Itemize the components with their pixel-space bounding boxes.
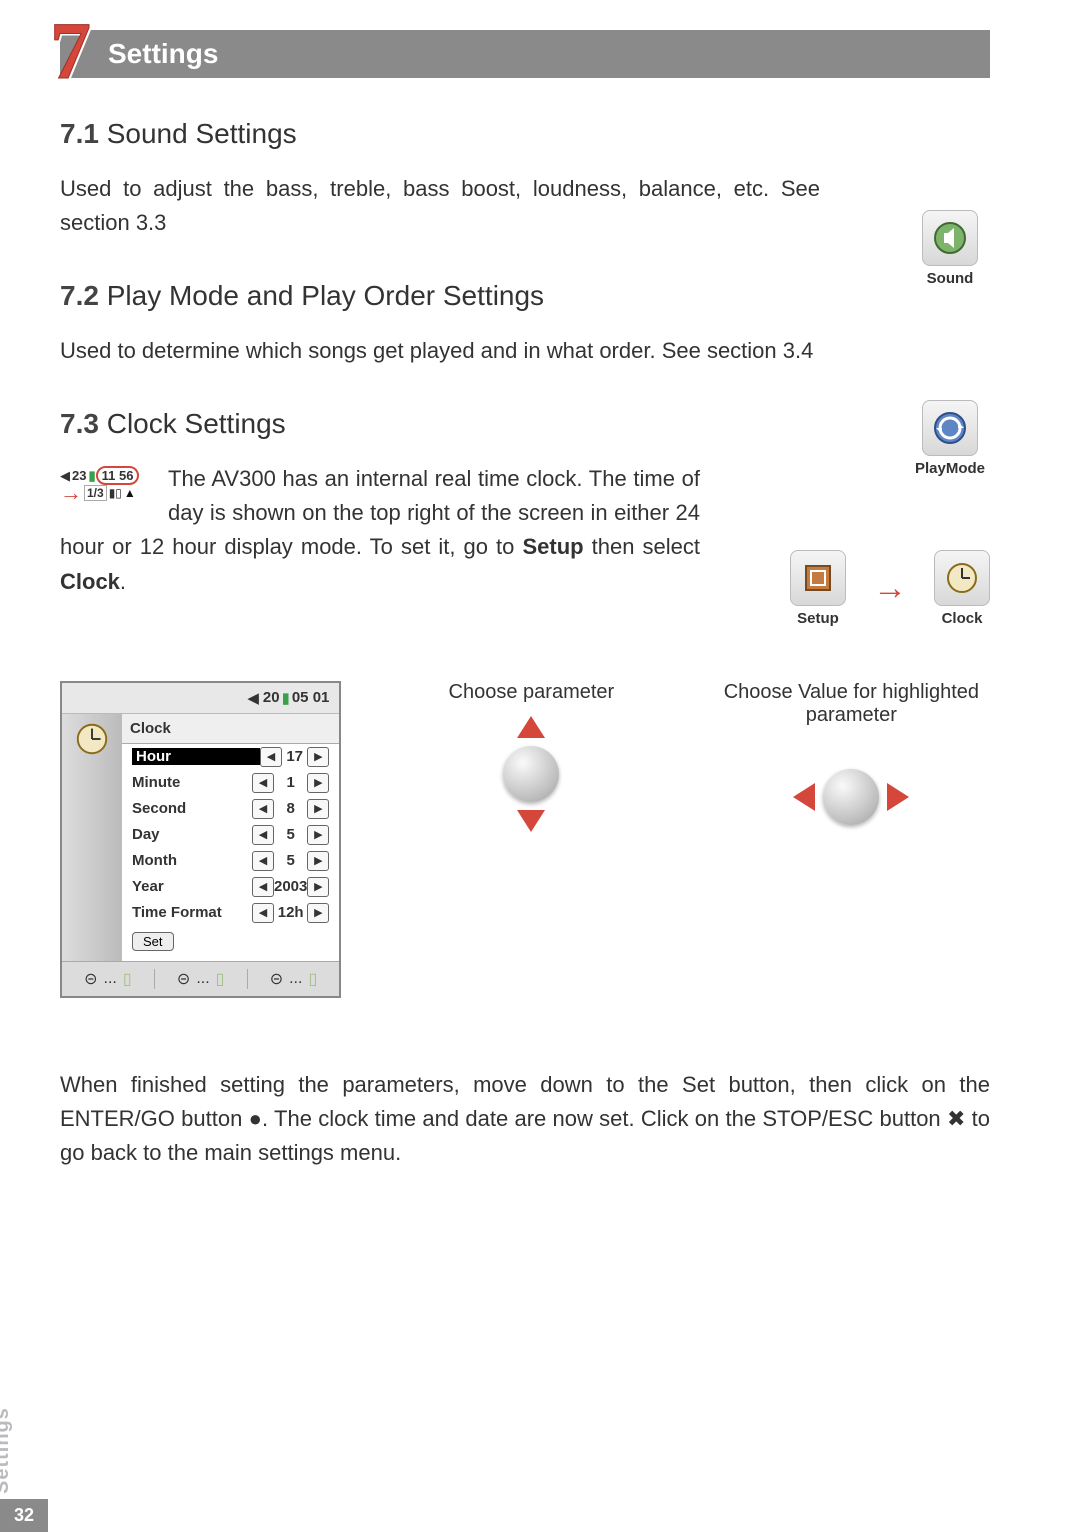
chapter-title: Settings: [108, 38, 218, 70]
page-number: 32: [0, 1499, 48, 1532]
set-button[interactable]: Set: [132, 932, 174, 951]
decrement-button[interactable]: ◀: [252, 877, 274, 897]
clock-row-day[interactable]: Day◀5▶: [122, 822, 339, 848]
sound-icon-label: Sound: [910, 270, 990, 287]
param-value: 8: [274, 800, 307, 817]
setup-icon: [790, 550, 846, 606]
battery-icon: ▮: [282, 689, 290, 707]
increment-button[interactable]: ▶: [307, 877, 329, 897]
section-heading-playmode: 7.2 Play Mode and Play Order Settings: [60, 280, 990, 312]
up-triangle-icon: ▲: [124, 486, 136, 500]
section-title: Sound Settings: [107, 118, 297, 149]
clock-settings-screenshot: ◀ 20 ▮ 05 01 Clock Hour◀17▶Minute◀1▶Seco…: [60, 681, 341, 998]
choose-parameter-label: Choose parameter: [391, 681, 671, 704]
param-name: Month: [132, 852, 252, 869]
closing-paragraph: When finished setting the parameters, mo…: [60, 1068, 990, 1170]
increment-button[interactable]: ▶: [307, 747, 329, 767]
section-number: 7.2: [60, 280, 99, 311]
chapter-number: 7: [50, 10, 91, 92]
clock-row-hour[interactable]: Hour◀17▶: [122, 744, 339, 770]
decrement-button[interactable]: ◀: [252, 903, 274, 923]
sound-icon-block: Sound: [910, 210, 990, 287]
speaker-icon: ◀: [247, 689, 259, 707]
param-name: Second: [132, 800, 252, 817]
clock-row-second[interactable]: Second◀8▶: [122, 796, 339, 822]
clock-time-illustration: ◀ 23 ▮ 11 56 → 1/3 ▮▯ ▲: [60, 466, 160, 501]
clock-icon: [934, 550, 990, 606]
section-title: Clock Settings: [107, 408, 286, 439]
clock-row-minute[interactable]: Minute◀1▶: [122, 770, 339, 796]
decrement-button[interactable]: ◀: [252, 799, 274, 819]
decrement-button[interactable]: ◀: [260, 747, 282, 767]
choose-value-label: Choose Value for highlighted parameter: [711, 681, 991, 727]
section-number: 7.1: [60, 118, 99, 149]
section-number: 7.3: [60, 408, 99, 439]
increment-button[interactable]: ▶: [307, 799, 329, 819]
param-value: 17: [282, 748, 307, 765]
param-name: Minute: [132, 774, 252, 791]
increment-button[interactable]: ▶: [307, 825, 329, 845]
setup-to-clock-diagram: Setup → Clock: [790, 550, 990, 627]
illus-minsec: 11 56: [96, 466, 140, 485]
softkey-bar: ⊝...▯ ⊝...▯ ⊝...▯: [62, 961, 339, 996]
clock-row-time-format[interactable]: Time Format◀12h▶: [122, 900, 339, 926]
joystick-vertical-icon: [471, 714, 591, 834]
joystick-horizontal-icon: [791, 737, 911, 857]
illus-track: 1/3: [84, 485, 107, 501]
param-name: Hour: [132, 748, 260, 765]
decrement-button[interactable]: ◀: [252, 773, 274, 793]
side-tab-label: Settings: [0, 1407, 14, 1494]
param-value: 1: [274, 774, 307, 791]
playmode-paragraph: Used to determine which songs get played…: [60, 334, 820, 368]
increment-button[interactable]: ▶: [307, 851, 329, 871]
enter-button-icon: ●: [249, 1106, 262, 1131]
param-name: Year: [132, 878, 252, 895]
clock-panel-title: Clock: [122, 714, 339, 744]
arrow-right-icon: →: [873, 569, 907, 608]
chapter-header: 7 Settings: [60, 30, 990, 78]
status-bar: ◀ 20 ▮ 05 01: [62, 683, 339, 714]
setup-label: Setup: [797, 610, 839, 627]
choose-value-block: Choose Value for highlighted parameter: [711, 681, 991, 857]
clock-row-year[interactable]: Year◀2003▶: [122, 874, 339, 900]
choose-parameter-block: Choose parameter: [391, 681, 671, 857]
section-heading-sound: 7.1 Sound Settings: [60, 118, 990, 150]
increment-button[interactable]: ▶: [307, 773, 329, 793]
decrement-button[interactable]: ◀: [252, 851, 274, 871]
clock-label: Clock: [942, 610, 983, 627]
section-heading-clock: 7.3 Clock Settings: [60, 408, 990, 440]
clock-side-icon: [62, 714, 122, 961]
sound-icon: [922, 210, 978, 266]
param-value: 5: [274, 852, 307, 869]
decrement-button[interactable]: ◀: [252, 825, 274, 845]
clock-row-month[interactable]: Month◀5▶: [122, 848, 339, 874]
illus-bars: ▮▯: [109, 486, 122, 500]
stop-button-icon: ✖: [947, 1106, 965, 1131]
param-value: 5: [274, 826, 307, 843]
playmode-icon: [922, 400, 978, 456]
param-value: 12h: [274, 904, 307, 921]
param-name: Time Format: [132, 904, 252, 921]
sound-paragraph: Used to adjust the bass, treble, bass bo…: [60, 172, 820, 240]
section-title: Play Mode and Play Order Settings: [107, 280, 544, 311]
param-value: 2003: [274, 878, 307, 895]
increment-button[interactable]: ▶: [307, 903, 329, 923]
param-name: Day: [132, 826, 252, 843]
